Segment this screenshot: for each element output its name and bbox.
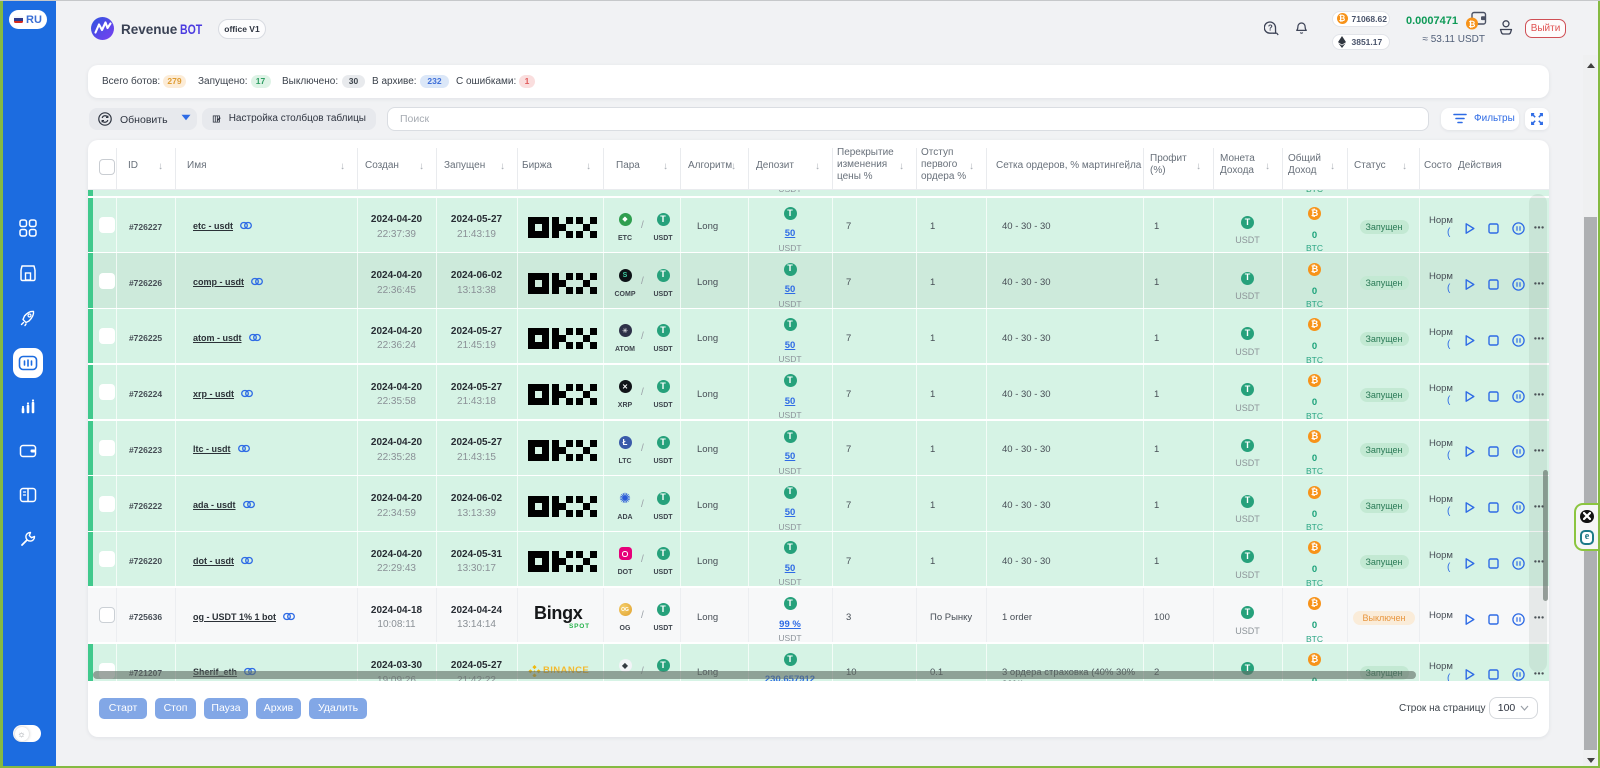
svg-text:?: ? xyxy=(1268,23,1273,32)
svg-text:₿: ₿ xyxy=(1469,19,1476,29)
